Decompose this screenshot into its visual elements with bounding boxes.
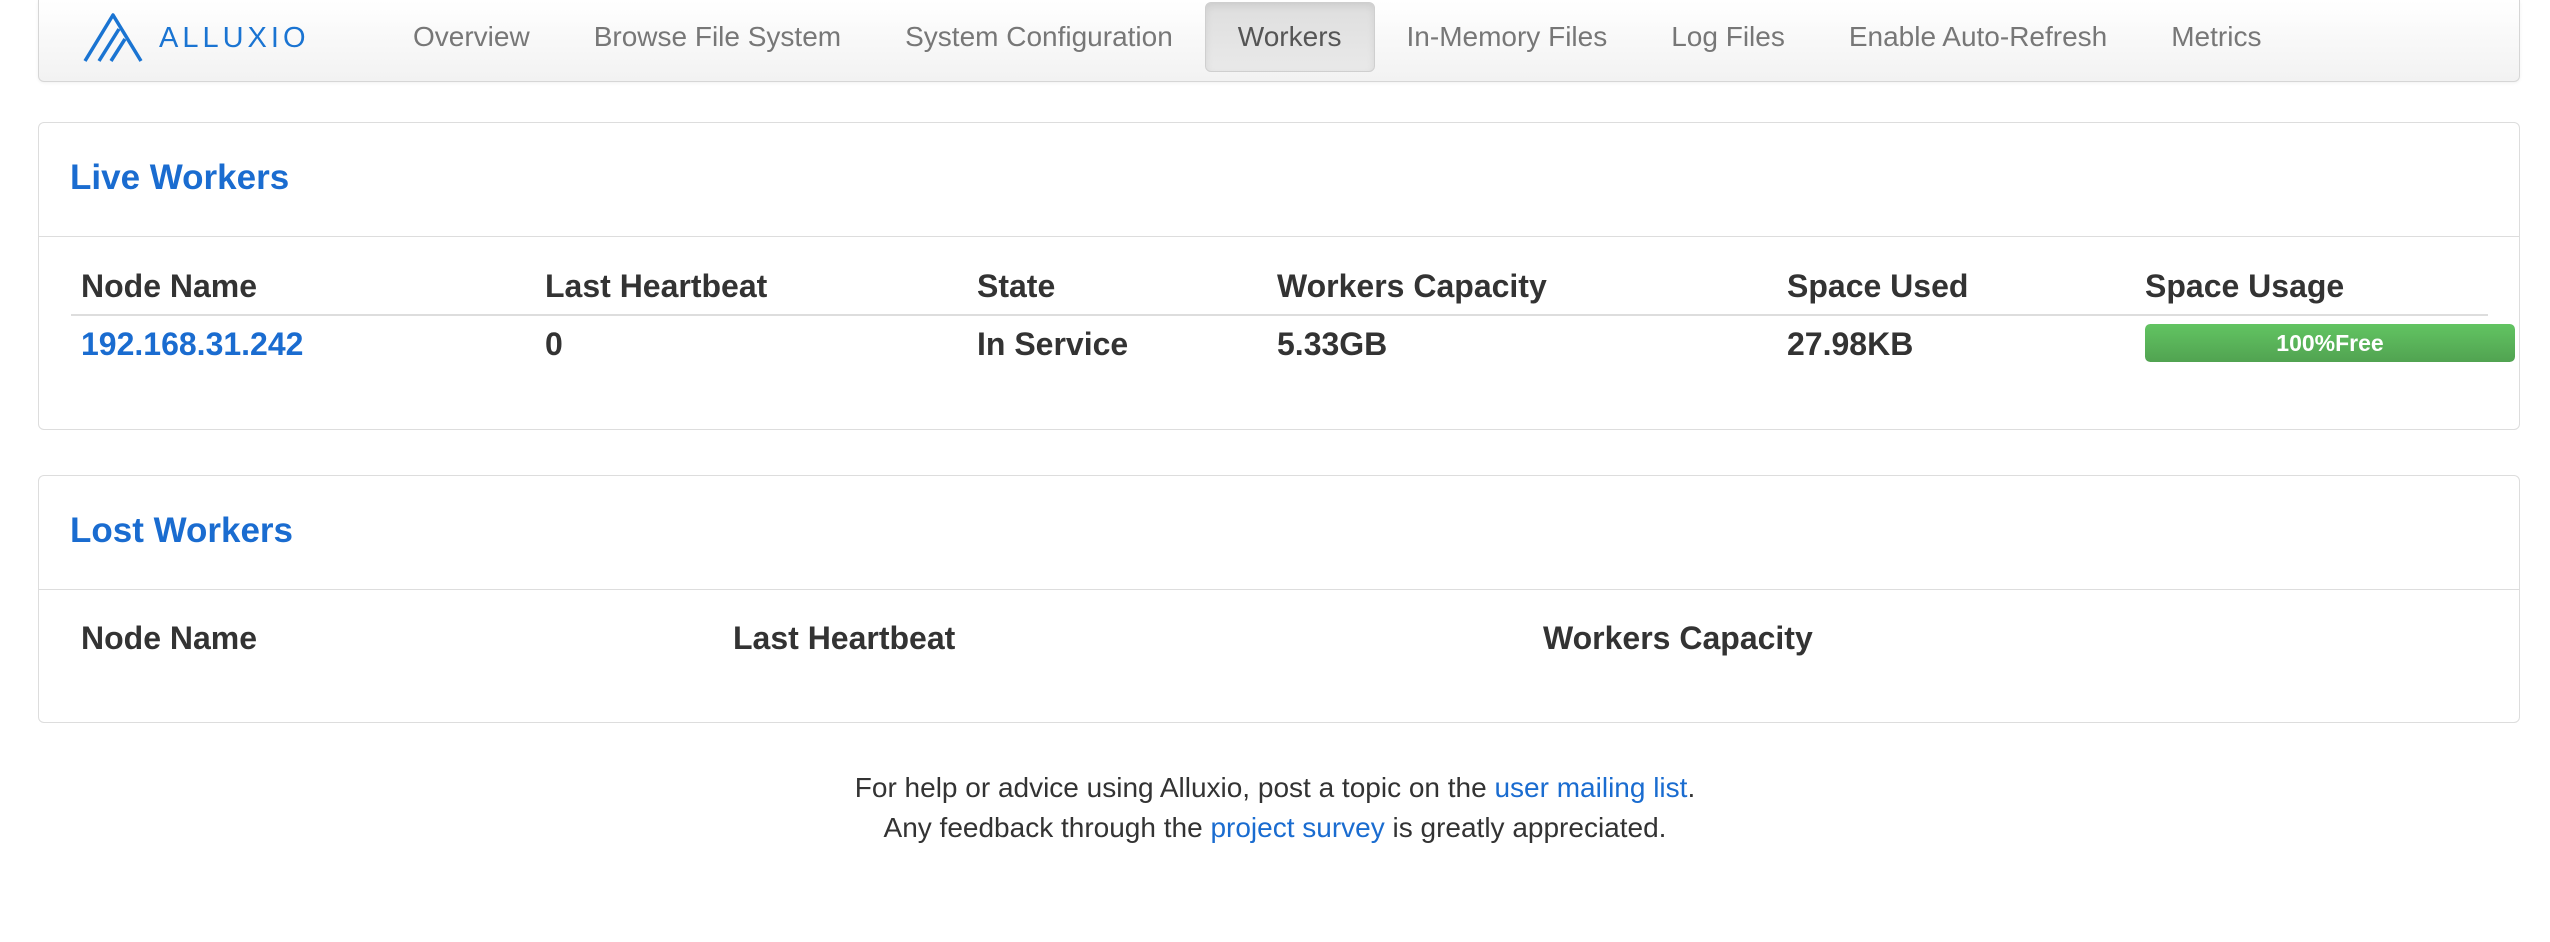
lost-workers-panel: Lost Workers Node Name Last Heartbeat Wo… (38, 475, 2520, 723)
space-usage-label: 100%Free (2276, 330, 2384, 356)
live-workers-title: Live Workers (70, 158, 290, 197)
footer-help-text: For help or advice using Alluxio, post a… (854, 772, 1495, 803)
nav-workers[interactable]: Workers (1204, 2, 1375, 72)
lost-col-last-heartbeat: Last Heartbeat (733, 620, 956, 656)
nav-system-configuration[interactable]: System Configuration (873, 2, 1205, 72)
footer-help-line: For help or advice using Alluxio, post a… (0, 772, 2550, 804)
main-nav: Overview Browse File System System Confi… (381, 2, 2293, 72)
col-state: State (977, 268, 1056, 304)
project-survey-link[interactable]: project survey (1210, 812, 1384, 843)
footer-feedback-suffix: is greatly appreciated. (1384, 812, 1667, 843)
footer-help-suffix: . (1687, 772, 1696, 803)
worker-state: In Service (977, 326, 1129, 362)
worker-node-link[interactable]: 192.168.31.242 (81, 326, 303, 363)
lost-workers-header: Lost Workers (39, 476, 2519, 590)
nav-log-files[interactable]: Log Files (1639, 2, 1817, 72)
worker-space-used: 27.98KB (1787, 326, 1914, 362)
footer-feedback-text: Any feedback through the (883, 812, 1211, 843)
brand-logo[interactable]: ALLUXIO (81, 8, 310, 68)
col-space-usage: Space Usage (2145, 268, 2345, 304)
top-navbar: ALLUXIO Overview Browse File System Syst… (38, 0, 2520, 82)
col-node-name: Node Name (81, 268, 258, 304)
brand-name: ALLUXIO (159, 21, 310, 54)
worker-capacity: 5.33GB (1277, 326, 1388, 362)
lost-col-node-name: Node Name (81, 620, 258, 656)
header-divider (71, 314, 2488, 316)
nav-metrics[interactable]: Metrics (2139, 2, 2293, 72)
lost-workers-title: Lost Workers (70, 511, 294, 550)
space-usage-progress-bar: 100%Free (2145, 324, 2515, 362)
nav-browse-file-system[interactable]: Browse File System (562, 2, 873, 72)
nav-overview[interactable]: Overview (381, 2, 562, 72)
col-last-heartbeat: Last Heartbeat (545, 268, 768, 304)
alluxio-logo-icon (83, 13, 143, 62)
nav-in-memory-files[interactable]: In-Memory Files (1375, 2, 1640, 72)
nav-enable-auto-refresh[interactable]: Enable Auto-Refresh (1817, 2, 2139, 72)
col-workers-capacity: Workers Capacity (1277, 268, 1547, 304)
user-mailing-list-link[interactable]: user mailing list (1494, 772, 1687, 803)
live-workers-panel: Live Workers Node Name Last Heartbeat St… (38, 122, 2520, 430)
footer-feedback-line: Any feedback through the project survey … (0, 812, 2550, 844)
live-workers-table: Node Name Last Heartbeat State Workers C… (71, 268, 2515, 388)
lost-col-workers-capacity: Workers Capacity (1543, 620, 1813, 656)
live-workers-header: Live Workers (39, 123, 2519, 237)
col-space-used: Space Used (1787, 268, 1969, 304)
lost-workers-table: Node Name Last Heartbeat Workers Capacit… (71, 620, 2488, 670)
worker-last-heartbeat: 0 (545, 326, 563, 362)
